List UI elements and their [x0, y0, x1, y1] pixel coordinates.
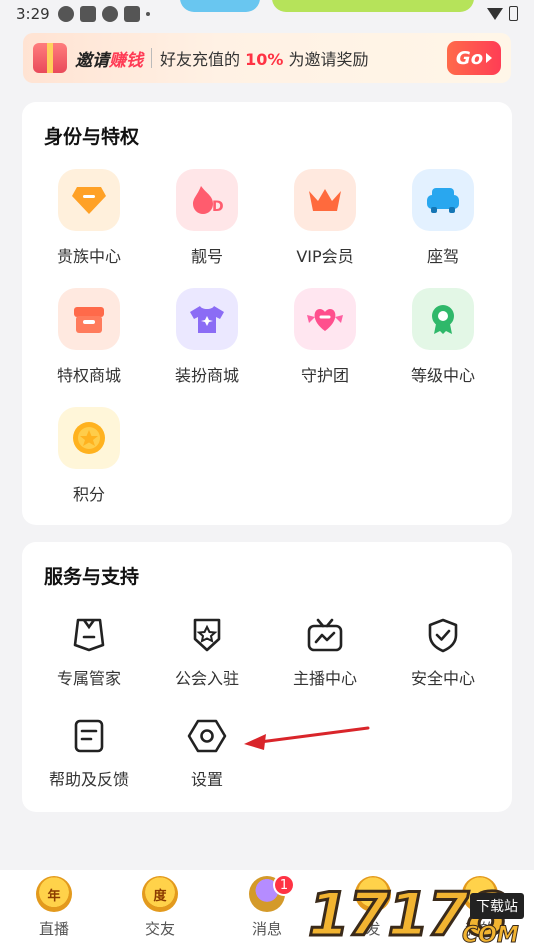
privilege-item-dressup[interactable]: 装扮商城 [152, 288, 262, 386]
lantern-friends-icon: 度 [142, 876, 178, 912]
level-badge-icon [412, 288, 474, 350]
services-card: 服务与支持 专属管家 公会入驻 主播中心 安全中心 帮助及反馈 设置 [22, 542, 512, 812]
guild-shield-icon [187, 615, 227, 655]
settings-hex-icon [187, 716, 227, 756]
vip-crown-icon [294, 169, 356, 231]
service-item-feedback[interactable]: 帮助及反馈 [34, 716, 144, 790]
banner-description: 好友充值的 10% 为邀请奖励 [160, 50, 369, 69]
watermark-tag: 下载站 [470, 893, 524, 919]
service-item-butler[interactable]: 专属管家 [34, 615, 144, 689]
notification-icons [58, 6, 150, 22]
privilege-item-pretty-number[interactable]: D 靓号 [152, 169, 262, 267]
privilege-item-level[interactable]: 等级中心 [388, 288, 498, 386]
noble-gem-icon [58, 169, 120, 231]
services-title: 服务与支持 [44, 566, 140, 588]
tv-streamer-icon [305, 615, 345, 655]
pretty-number-icon: D [176, 169, 238, 231]
privilege-item-store[interactable]: 特权商城 [34, 288, 144, 386]
gift-box-icon [33, 43, 67, 73]
nav-item-messages[interactable]: 1 消息 [227, 874, 307, 939]
play-arrow-icon [486, 53, 493, 63]
nav-item-friends[interactable]: 度 交友 [120, 876, 200, 939]
app-notification-icon [80, 6, 96, 22]
feedback-doc-icon [69, 716, 109, 756]
service-item-streamer[interactable]: 主播中心 [270, 615, 380, 689]
heart-wings-icon [294, 288, 356, 350]
banner-divider [151, 48, 152, 68]
watermark-suffix: COM [462, 923, 520, 949]
privileges-title: 身份与特权 [44, 126, 140, 148]
top-banner-tab-right[interactable] [272, 0, 474, 12]
service-item-security[interactable]: 安全中心 [388, 615, 498, 689]
nav-item-live[interactable]: 年 直播 [14, 876, 94, 939]
annotation-arrow-icon [244, 726, 370, 750]
lantern-live-icon: 年 [36, 876, 72, 912]
battery-icon [509, 6, 518, 21]
privilege-item-points[interactable]: 积分 [34, 407, 144, 505]
points-coin-icon [58, 407, 120, 469]
more-notifications-icon [146, 12, 150, 16]
butler-tag-icon [69, 615, 109, 655]
tshirt-icon [176, 288, 238, 350]
service-item-guild[interactable]: 公会入驻 [152, 615, 262, 689]
app-notification-icon [58, 6, 74, 22]
app-notification-icon [102, 6, 118, 22]
invite-banner[interactable]: 邀请赚钱 好友充值的 10% 为邀请奖励 Go [23, 33, 511, 83]
banner-title: 邀请赚钱 [75, 50, 143, 71]
app-notification-icon [124, 6, 140, 22]
privilege-item-guardian[interactable]: 守护团 [270, 288, 380, 386]
privilege-item-vip[interactable]: VIP会员 [270, 169, 380, 267]
security-shield-icon [423, 615, 463, 655]
store-icon [58, 288, 120, 350]
svg-text:D: D [212, 199, 224, 215]
car-icon [412, 169, 474, 231]
wifi-icon [487, 7, 503, 20]
privilege-item-noble[interactable]: 贵族中心 [34, 169, 144, 267]
privilege-item-car[interactable]: 座驾 [388, 169, 498, 267]
go-button[interactable]: Go [447, 41, 501, 75]
status-time: 3:29 [16, 5, 50, 23]
privileges-card: 身份与特权 贵族中心 D 靓号 VIP会员 座驾 特权商城 装扮商城 守护团 等… [22, 102, 512, 525]
status-bar: 3:29 [0, 0, 534, 28]
top-banner-tab-left[interactable] [180, 0, 260, 12]
unread-badge: 1 [273, 874, 295, 896]
